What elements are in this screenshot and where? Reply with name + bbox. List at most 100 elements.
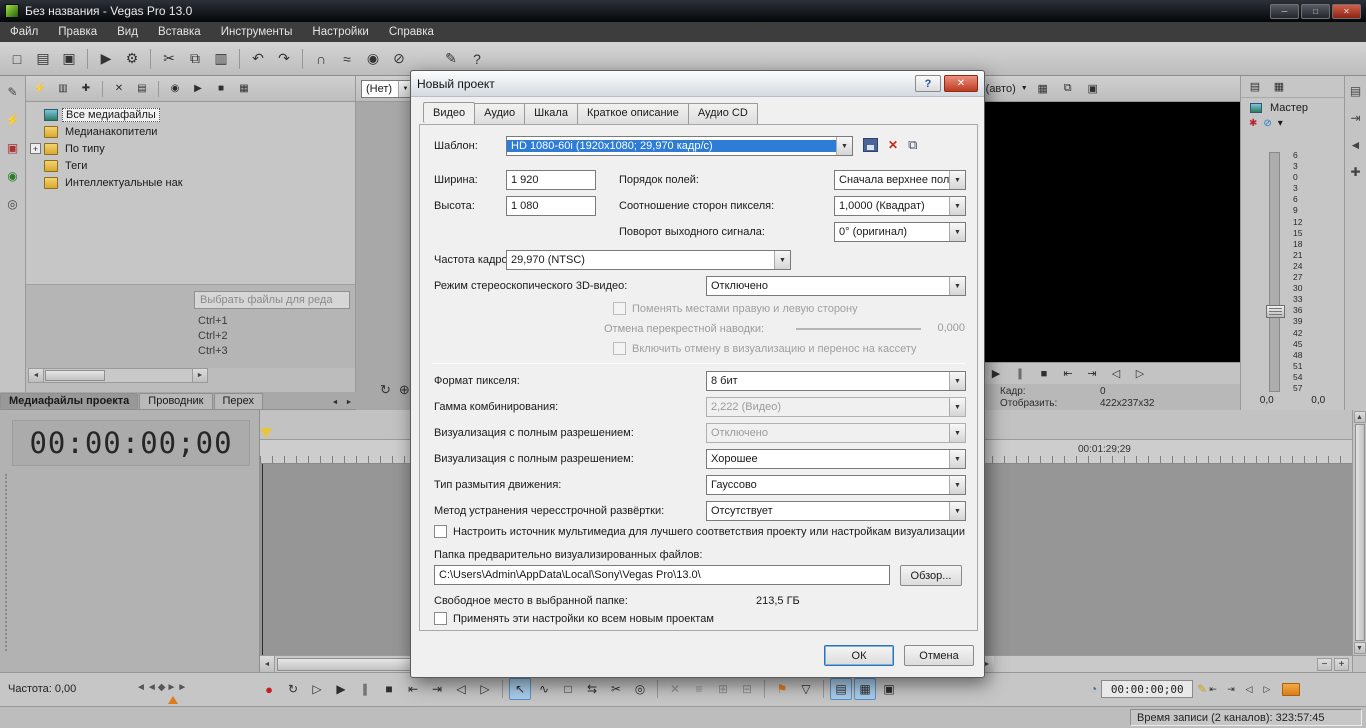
- tree-item-tags[interactable]: Теги: [26, 157, 355, 174]
- auto-ripple-toggle-button[interactable]: ≈: [335, 47, 359, 71]
- scrollbar-thumb[interactable]: [1355, 424, 1365, 641]
- fx-icon[interactable]: ✱: [1249, 118, 1257, 129]
- menu-file[interactable]: Файл: [0, 22, 48, 42]
- previous-frame-button[interactable]: ◁: [450, 678, 472, 700]
- rotation-combo[interactable]: 0° (оригинал) ▼: [834, 222, 966, 242]
- cut-button[interactable]: ✂: [157, 47, 181, 71]
- go-to-start-button[interactable]: ⇤: [402, 678, 424, 700]
- copy-settings-icon[interactable]: ⧉: [908, 137, 917, 153]
- envelope-edit-tool-button[interactable]: ∿: [533, 678, 555, 700]
- video-preview-toggle-button[interactable]: ▣: [878, 678, 900, 700]
- redo-button[interactable]: ↷: [272, 47, 296, 71]
- nav-prev-icon[interactable]: ◁: [1241, 680, 1257, 698]
- edit-extra-button-4[interactable]: ⊟: [736, 678, 758, 700]
- preview-stop-button[interactable]: ■: [1034, 364, 1054, 384]
- master-fader-track[interactable]: [1269, 152, 1280, 392]
- browse-button[interactable]: Обзор...: [900, 565, 962, 586]
- tree-item-media-bins[interactable]: Медианакопители: [26, 123, 355, 140]
- play-from-start-button[interactable]: ▷: [306, 678, 328, 700]
- crosshair-icon[interactable]: ⊕: [399, 382, 410, 398]
- ignore-grouping-toggle-button[interactable]: ⊘: [387, 47, 411, 71]
- framerate-combo[interactable]: 29,970 (NTSC) ▼: [506, 250, 791, 270]
- zoom-edit-tool-button[interactable]: ◎: [629, 678, 651, 700]
- chevron-down-icon[interactable]: ▼: [949, 502, 965, 520]
- go-to-end-button[interactable]: ⇥: [426, 678, 448, 700]
- help-select-button[interactable]: ?: [465, 47, 489, 71]
- height-input[interactable]: 1 080: [506, 196, 596, 216]
- loop-playback-button[interactable]: ↻: [282, 678, 304, 700]
- undo-button[interactable]: ↶: [246, 47, 270, 71]
- lock-envelopes-toggle-button[interactable]: ◉: [361, 47, 385, 71]
- auto-preview-button[interactable]: ◉: [165, 79, 185, 99]
- chevron-down-icon[interactable]: ▼: [774, 251, 790, 269]
- lightning-icon[interactable]: ⚡: [3, 110, 23, 130]
- width-input[interactable]: 1 920: [506, 170, 596, 190]
- swap-lr-checkbox[interactable]: Поменять местами правую и левую сторону: [613, 302, 858, 315]
- mute-icon[interactable]: ⊘: [1263, 118, 1271, 129]
- scrollbar-thumb[interactable]: [45, 370, 105, 381]
- insert-marker-button[interactable]: ⚑: [771, 678, 793, 700]
- mixer-toggle-button[interactable]: ▤: [830, 678, 852, 700]
- views-button[interactable]: ▦: [234, 79, 254, 99]
- new-project-button[interactable]: □: [5, 47, 29, 71]
- play-button[interactable]: ▶: [330, 678, 352, 700]
- menu-view[interactable]: Вид: [107, 22, 148, 42]
- nav-next-icon[interactable]: ▷: [1259, 680, 1275, 698]
- project-folder-icon[interactable]: [1282, 683, 1300, 696]
- tab-scroll-left-icon[interactable]: ◄: [328, 395, 342, 409]
- paste-button[interactable]: ▥: [209, 47, 233, 71]
- timeline-vertical-scrollbar[interactable]: ▲ ▼: [1352, 410, 1366, 655]
- motion-blur-combo[interactable]: Гауссово ▼: [706, 475, 966, 495]
- cancel-button[interactable]: Отмена: [904, 645, 974, 666]
- scrub-marker-icon[interactable]: [168, 696, 178, 704]
- open-project-button[interactable]: ▤: [31, 47, 55, 71]
- zoom-in-button[interactable]: +: [1334, 658, 1349, 671]
- ok-button[interactable]: ОК: [824, 645, 894, 666]
- pause-button[interactable]: ∥: [354, 678, 376, 700]
- media-properties-button[interactable]: ▤: [132, 79, 152, 99]
- chevron-down-icon[interactable]: ▼: [949, 277, 965, 295]
- deinterlace-combo[interactable]: Отсутствует ▼: [706, 501, 966, 521]
- edit-extra-button-1[interactable]: ✕: [664, 678, 686, 700]
- save-snapshot-icon[interactable]: ▣: [1083, 79, 1103, 99]
- device-icon[interactable]: ▣: [3, 138, 23, 158]
- menu-insert[interactable]: Вставка: [148, 22, 211, 42]
- template-combo[interactable]: HD 1080-60i (1920x1080; 29,970 кадр/с) ▼: [506, 136, 853, 156]
- save-template-icon[interactable]: [863, 138, 878, 152]
- project-properties-button[interactable]: ⚙: [120, 47, 144, 71]
- preview-play-button[interactable]: ▶: [986, 364, 1006, 384]
- wand-icon[interactable]: ✎: [3, 82, 23, 102]
- scroll-down-icon[interactable]: ▼: [1354, 642, 1366, 654]
- full-res-disabled-combo[interactable]: Отключено ▼: [706, 423, 966, 443]
- scroll-up-icon[interactable]: ▲: [1354, 411, 1366, 423]
- playhead-marker-icon[interactable]: [260, 428, 272, 438]
- tab-scroll-right-icon[interactable]: ►: [342, 395, 356, 409]
- dock-icon[interactable]: ⇥: [1346, 108, 1366, 128]
- preview-prev-frame-button[interactable]: ◁: [1106, 364, 1126, 384]
- refresh-icon[interactable]: ↻: [380, 382, 391, 398]
- record-timecode-field[interactable]: 00:00:00;00: [1101, 680, 1193, 698]
- master-fader-handle[interactable]: [1266, 305, 1285, 318]
- stereo-mode-combo[interactable]: Отключено ▼: [706, 276, 966, 296]
- trimmer-media-combo[interactable]: (Нет) ▼: [361, 80, 413, 98]
- close-button[interactable]: ✕: [1332, 4, 1361, 19]
- snap-toggle-button[interactable]: ∩: [309, 47, 333, 71]
- menu-edit[interactable]: Правка: [48, 22, 107, 42]
- chevron-down-icon[interactable]: ▼: [949, 398, 965, 416]
- menu-help[interactable]: Справка: [379, 22, 444, 42]
- dialog-help-button[interactable]: ?: [915, 75, 941, 92]
- chevron-down-icon[interactable]: ▼: [949, 223, 965, 241]
- panel-list-icon[interactable]: ▤: [1346, 81, 1366, 101]
- add-bus-icon[interactable]: ✚: [1346, 162, 1366, 182]
- copy-snapshot-icon[interactable]: ⧉: [1058, 79, 1078, 99]
- track-drag-handle[interactable]: [5, 474, 7, 651]
- tab-project-media[interactable]: Медиафайлы проекта: [0, 393, 138, 409]
- record-button[interactable]: ●: [258, 678, 280, 700]
- media-horizontal-scrollbar[interactable]: ◄ ►: [28, 368, 208, 383]
- overlays-grid-icon[interactable]: ▦: [1033, 79, 1053, 99]
- mixer-list-icon[interactable]: ▤: [1245, 77, 1265, 97]
- next-frame-button[interactable]: ▷: [474, 678, 496, 700]
- tab-ruler[interactable]: Шкала: [524, 103, 578, 124]
- chevron-down-icon[interactable]: ▼: [949, 197, 965, 215]
- add-media-button[interactable]: ✚: [76, 79, 96, 99]
